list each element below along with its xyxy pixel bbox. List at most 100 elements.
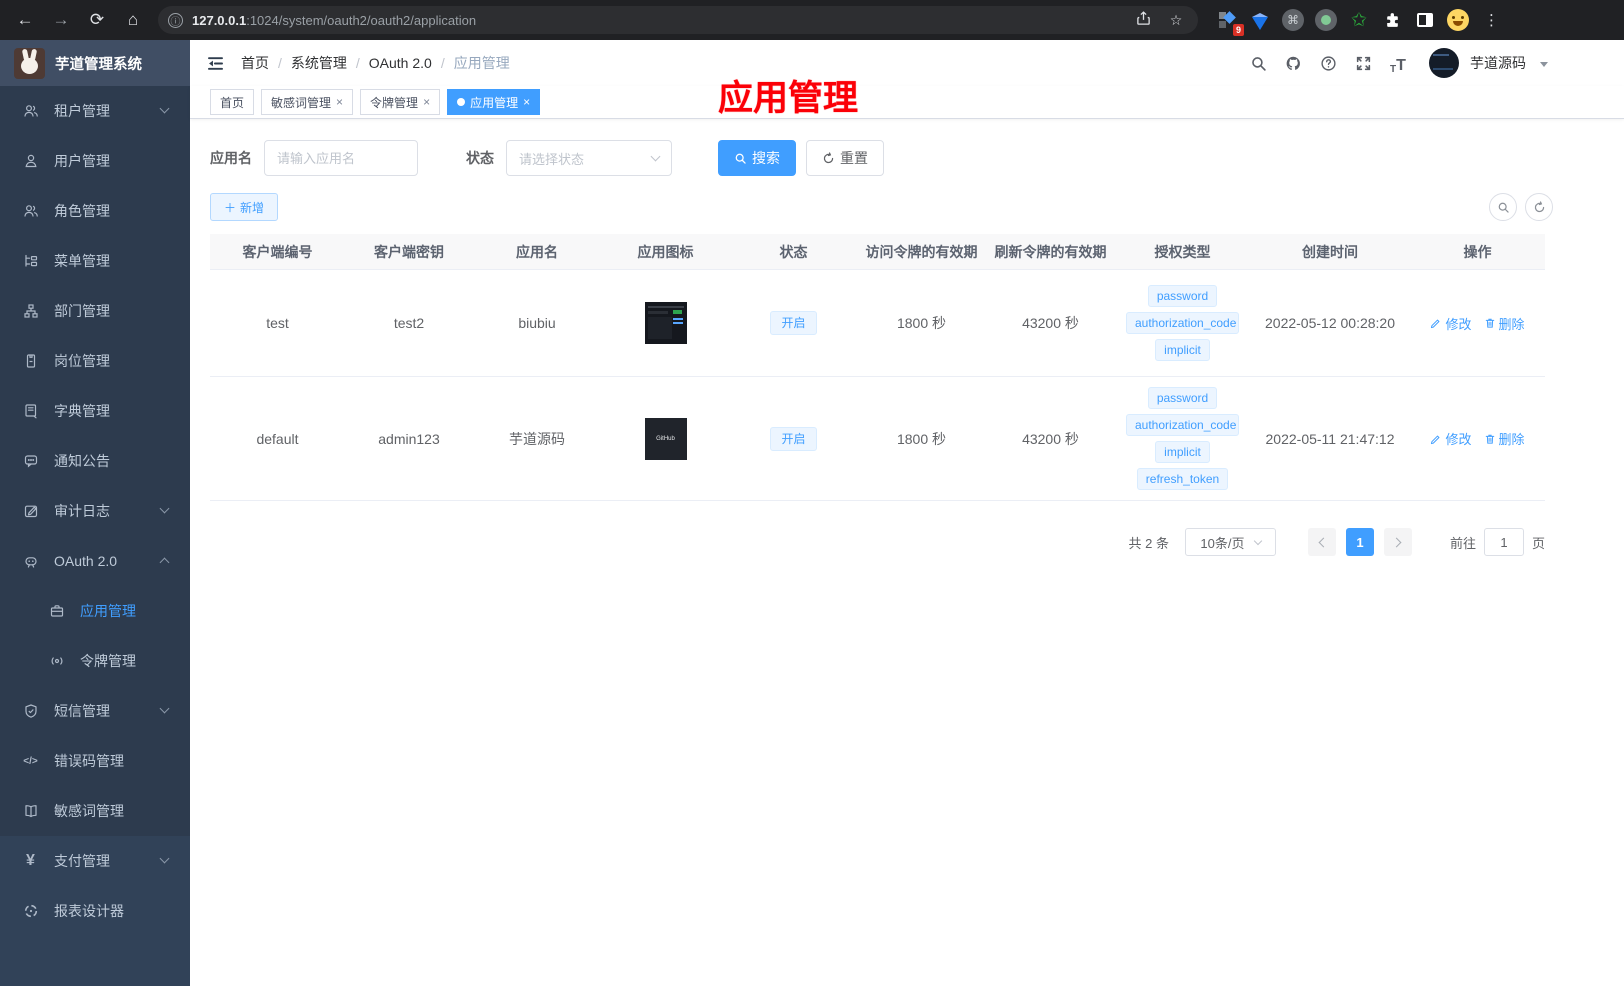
user-icon (22, 153, 39, 170)
reset-button[interactable]: 重置 (806, 140, 884, 176)
sidebar-item-user[interactable]: 用户管理 (0, 136, 190, 186)
star-extension-icon[interactable]: ✩ (1346, 7, 1372, 33)
org-chart-icon (22, 303, 39, 320)
edit-link[interactable]: 修改 (1430, 429, 1472, 448)
show-search-toggle-button[interactable] (1489, 193, 1517, 221)
site-info-icon[interactable]: ⓘ (168, 12, 183, 28)
user-name: 芋道源码 (1470, 55, 1526, 71)
menu-tree-icon (22, 253, 39, 270)
sidebar-item-label: 菜单管理 (54, 253, 110, 269)
page-number-1[interactable]: 1 (1345, 528, 1374, 556)
segmented-circle-icon (22, 903, 39, 920)
grant-types: password authorization_code implicit (1126, 285, 1239, 361)
extension-badge: 9 (1232, 24, 1244, 36)
tampermonkey-extension-icon[interactable]: 9 (1214, 7, 1244, 36)
users-icon (22, 203, 39, 220)
sidebar-item-payment[interactable]: ¥ 支付管理 (0, 836, 190, 886)
browser-home-button[interactable]: ⌂ (116, 5, 150, 35)
browser-back-button[interactable]: ← (8, 5, 42, 35)
github-icon[interactable] (1281, 51, 1305, 75)
sidebar-item-audit-log[interactable]: 审计日志 (0, 486, 190, 536)
page-size-select[interactable]: 10条/页 (1184, 528, 1276, 556)
share-icon[interactable] (1131, 11, 1155, 29)
sidebar-item-oauth-token[interactable]: 令牌管理 (0, 636, 190, 686)
refresh-table-button[interactable] (1525, 193, 1553, 221)
system-submenu-section: 租户管理 用户管理 角色管理 菜单管理 部门管理 岗位管理 字典管理 通知公告 … (0, 86, 190, 836)
sidebar-item-notice[interactable]: 通知公告 (0, 436, 190, 486)
tab-application[interactable]: 应用管理 × (447, 89, 541, 115)
prev-page-button[interactable] (1307, 528, 1336, 556)
sidebar-item-label: 敏感词管理 (54, 803, 124, 819)
created-cell: 2022-05-11 21:47:12 (1265, 430, 1395, 447)
breadcrumb-oauth[interactable]: OAuth 2.0 (369, 55, 432, 71)
font-size-icon[interactable]: TT (1386, 51, 1410, 75)
dictionary-icon (22, 403, 39, 420)
help-icon[interactable] (1316, 51, 1340, 75)
sidebar-item-role[interactable]: 角色管理 (0, 186, 190, 236)
sidebar-item-oauth2[interactable]: OAuth 2.0 (0, 536, 190, 586)
app-logo-row[interactable]: 芋道管理系统 (0, 40, 190, 86)
grant-tag: implicit (1155, 339, 1210, 361)
sidebar-item-sensitive-word[interactable]: 敏感词管理 (0, 786, 190, 836)
refresh-icon (823, 151, 834, 163)
tags-view-bar: 首页 敏感词管理 × 令牌管理 × 应用管理 × (190, 86, 1624, 119)
chevron-down-icon (1253, 536, 1262, 545)
sidebar-item-menu[interactable]: 菜单管理 (0, 236, 190, 286)
sidebar-item-error-code[interactable]: </> 错误码管理 (0, 736, 190, 786)
fullscreen-icon[interactable] (1351, 51, 1375, 75)
url-text: 127.0.0.1:1024/system/oauth2/oauth2/appl… (192, 12, 477, 28)
gem-extension-icon[interactable] (1247, 7, 1273, 33)
close-icon[interactable]: × (523, 95, 530, 109)
edit-link[interactable]: 修改 (1430, 314, 1472, 333)
side-panel-icon[interactable] (1412, 7, 1438, 33)
close-icon[interactable]: × (423, 95, 430, 109)
browser-forward-button[interactable]: → (44, 5, 78, 35)
grant-tag: refresh_token (1136, 468, 1229, 490)
breadcrumb-home[interactable]: 首页 (241, 53, 269, 73)
user-avatar[interactable] (1429, 48, 1459, 78)
sidebar-item-dict[interactable]: 字典管理 (0, 386, 190, 436)
caret-down-icon[interactable] (1540, 62, 1548, 67)
next-page-button[interactable] (1383, 528, 1412, 556)
sidebar-item-label: 部门管理 (54, 303, 110, 319)
plus-icon: ＋ (224, 200, 237, 215)
delete-link[interactable]: 删除 (1484, 429, 1525, 448)
tab-token[interactable]: 令牌管理 × (360, 89, 441, 115)
browser-reload-button[interactable]: ⟳ (80, 5, 114, 35)
top-navbar: 首页 / 系统管理 / OAuth 2.0 / 应用管理 TT 芋道源码 (190, 40, 1624, 86)
tab-sensitive-word[interactable]: 敏感词管理 × (261, 89, 354, 115)
sidebar-item-label: 用户管理 (54, 153, 110, 169)
table-row: test test2 biubiu 开启 1800 秒 43200 秒 pass… (210, 270, 1545, 377)
sidebar-collapse-icon[interactable] (206, 54, 225, 73)
profile-avatar-icon[interactable] (1445, 7, 1471, 33)
browser-chrome: ← → ⟳ ⌂ ⓘ 127.0.0.1:1024/system/oauth2/o… (0, 0, 1624, 40)
sidebar-item-dept[interactable]: 部门管理 (0, 286, 190, 336)
trash-icon (1485, 434, 1494, 444)
sidebar-item-oauth-application[interactable]: 应用管理 (0, 586, 190, 636)
address-bar[interactable]: ⓘ 127.0.0.1:1024/system/oauth2/oauth2/ap… (158, 6, 1198, 34)
app-name-input[interactable] (264, 140, 418, 176)
goto-page-input[interactable] (1483, 528, 1524, 556)
add-button[interactable]: ＋ 新增 (210, 193, 279, 221)
sidebar-item-label: 短信管理 (54, 703, 110, 719)
pen-icon (1431, 435, 1440, 444)
close-icon[interactable]: × (336, 95, 343, 109)
status-badge: 开启 (770, 426, 817, 451)
open-book-icon (22, 803, 39, 820)
search-button[interactable]: 搜索 (718, 140, 796, 176)
bookmark-star-icon[interactable]: ☆ (1164, 12, 1188, 29)
sidebar-item-sms[interactable]: 短信管理 (0, 686, 190, 736)
sidebar-item-post[interactable]: 岗位管理 (0, 336, 190, 386)
status-badge: 开启 (770, 311, 817, 335)
search-icon[interactable] (1246, 51, 1270, 75)
command-extension-icon[interactable]: ⌘ (1280, 7, 1306, 33)
extensions-puzzle-icon[interactable] (1379, 7, 1405, 33)
sidebar-item-tenant[interactable]: 租户管理 (0, 86, 190, 136)
delete-link[interactable]: 删除 (1484, 314, 1525, 333)
status-select[interactable]: 请选择状态 (506, 140, 672, 176)
breadcrumb-system[interactable]: 系统管理 (291, 53, 347, 73)
browser-menu-icon[interactable]: ⋮ (1484, 11, 1499, 29)
tab-home[interactable]: 首页 (210, 89, 255, 115)
recorder-extension-icon[interactable] (1313, 7, 1339, 33)
sidebar-item-report-designer[interactable]: 报表设计器 (0, 886, 190, 936)
